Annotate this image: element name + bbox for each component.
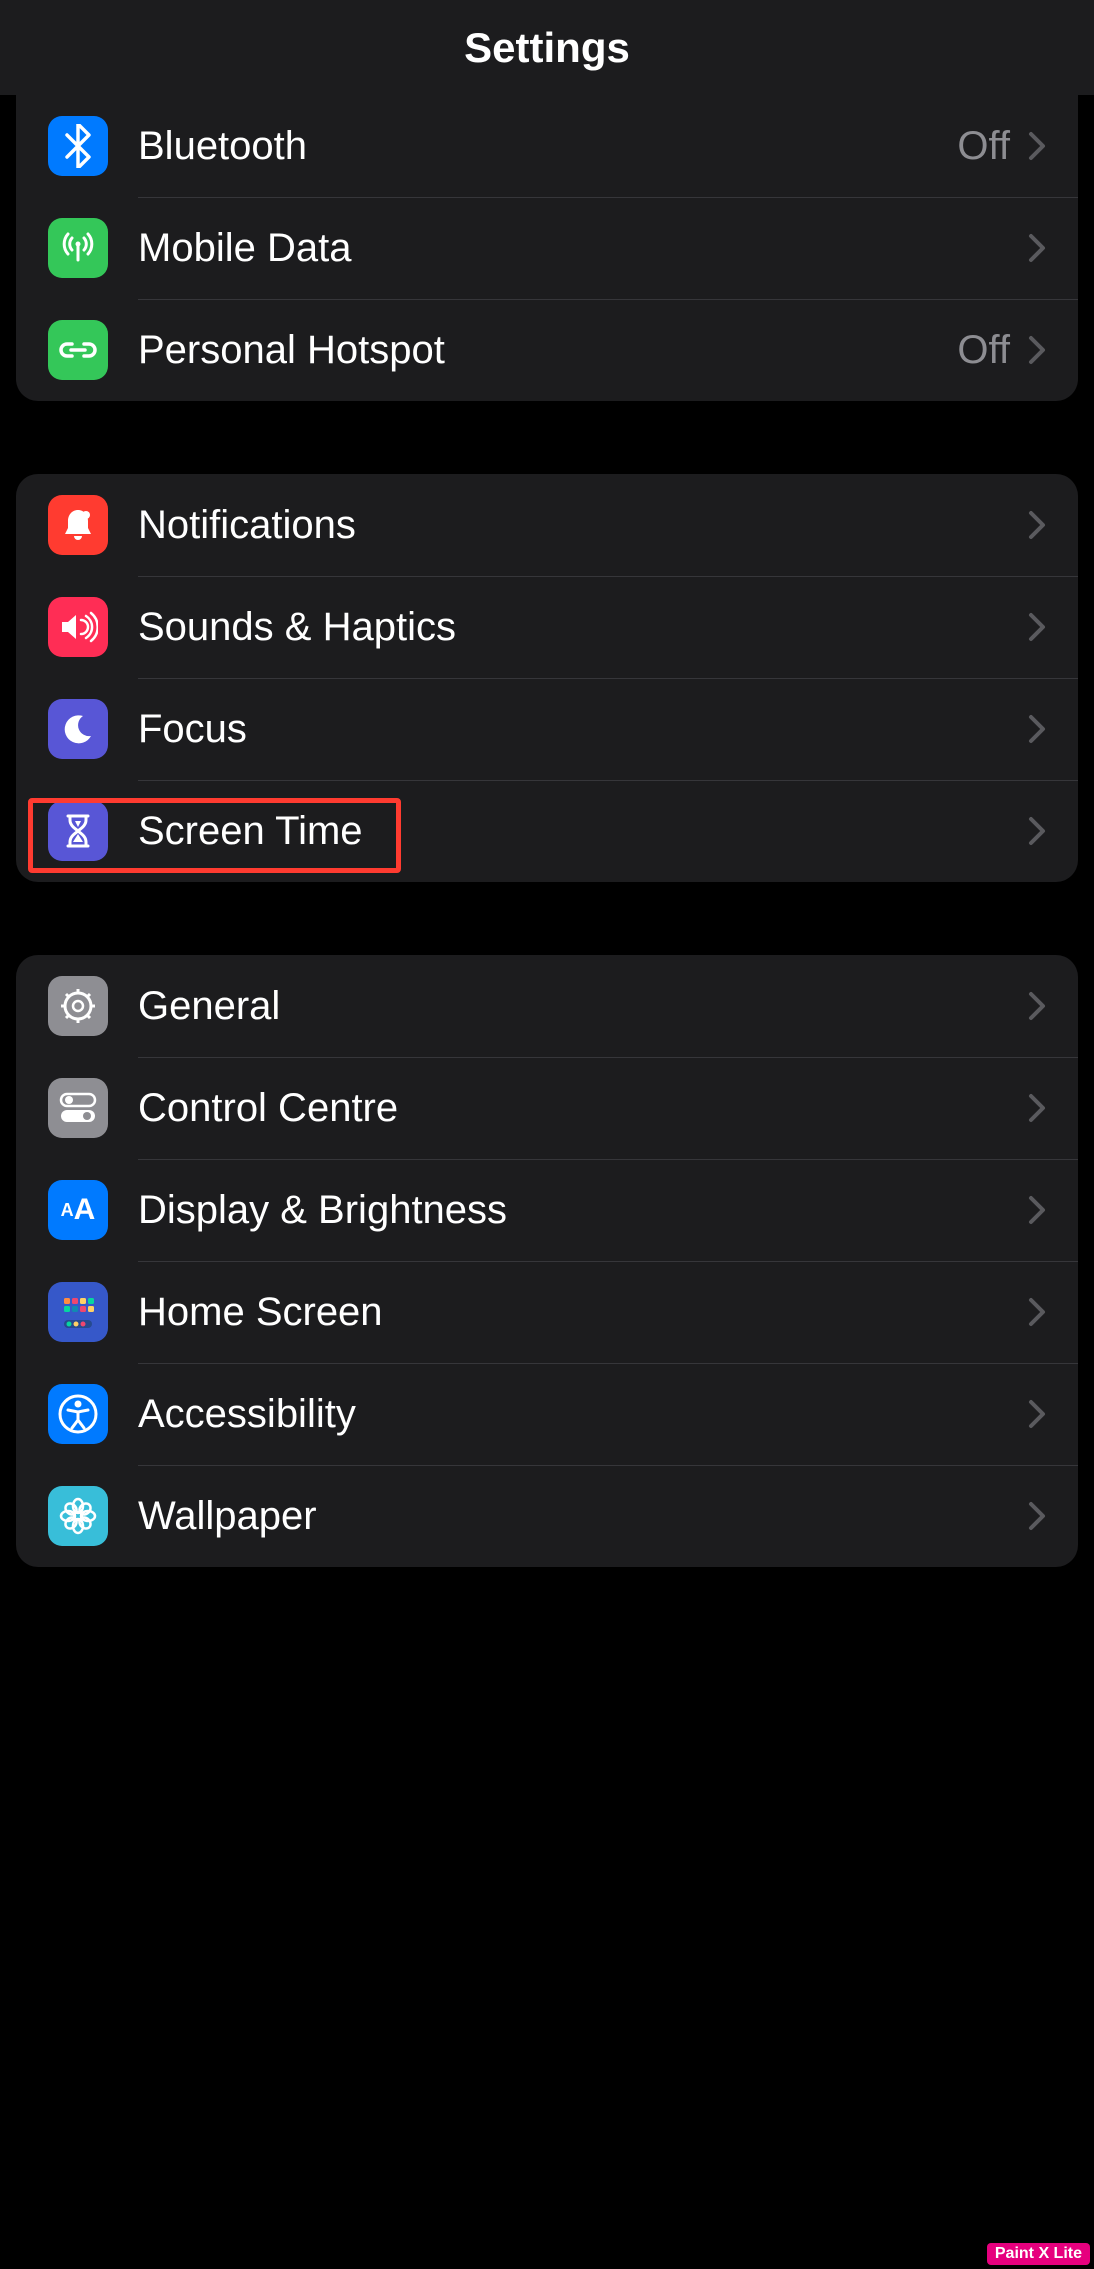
row-label: Control Centre bbox=[138, 1086, 1028, 1131]
row-focus[interactable]: Focus bbox=[16, 678, 1078, 780]
hourglass-icon bbox=[48, 801, 108, 861]
row-label: Notifications bbox=[138, 503, 1028, 548]
toggles-icon bbox=[48, 1078, 108, 1138]
row-label: Home Screen bbox=[138, 1290, 1028, 1335]
home-grid-icon bbox=[48, 1282, 108, 1342]
chevron-right-icon bbox=[1028, 1501, 1046, 1531]
row-label: Focus bbox=[138, 707, 1028, 752]
row-display-brightness[interactable]: AA Display & Brightness bbox=[16, 1159, 1078, 1261]
header: Settings bbox=[0, 0, 1094, 95]
link-icon bbox=[48, 320, 108, 380]
row-control-centre[interactable]: Control Centre bbox=[16, 1057, 1078, 1159]
chevron-right-icon bbox=[1028, 1195, 1046, 1225]
settings-group-notifications: Notifications Sounds & Haptics Focus Scr… bbox=[16, 474, 1078, 882]
row-label: Bluetooth bbox=[138, 124, 957, 169]
flower-icon bbox=[48, 1486, 108, 1546]
chevron-right-icon bbox=[1028, 1399, 1046, 1429]
row-sounds-haptics[interactable]: Sounds & Haptics bbox=[16, 576, 1078, 678]
row-personal-hotspot[interactable]: Personal Hotspot Off bbox=[16, 299, 1078, 401]
chevron-right-icon bbox=[1028, 131, 1046, 161]
row-label: Display & Brightness bbox=[138, 1188, 1028, 1233]
watermark: Paint X Lite bbox=[987, 2243, 1090, 2265]
settings-group-general: General Control Centre AA Display & Brig… bbox=[16, 955, 1078, 1567]
content: Bluetooth Off Mobile Data Personal Hotsp… bbox=[0, 95, 1094, 1567]
row-label: Personal Hotspot bbox=[138, 328, 957, 373]
chevron-right-icon bbox=[1028, 991, 1046, 1021]
row-general[interactable]: General bbox=[16, 955, 1078, 1057]
row-bluetooth[interactable]: Bluetooth Off bbox=[16, 95, 1078, 197]
accessibility-icon bbox=[48, 1384, 108, 1444]
row-label: General bbox=[138, 984, 1028, 1029]
row-notifications[interactable]: Notifications bbox=[16, 474, 1078, 576]
chevron-right-icon bbox=[1028, 1297, 1046, 1327]
row-value: Off bbox=[957, 124, 1010, 169]
chevron-right-icon bbox=[1028, 510, 1046, 540]
row-label: Accessibility bbox=[138, 1392, 1028, 1437]
chevron-right-icon bbox=[1028, 335, 1046, 365]
row-accessibility[interactable]: Accessibility bbox=[16, 1363, 1078, 1465]
row-label: Sounds & Haptics bbox=[138, 605, 1028, 650]
row-value: Off bbox=[957, 328, 1010, 373]
row-wallpaper[interactable]: Wallpaper bbox=[16, 1465, 1078, 1567]
chevron-right-icon bbox=[1028, 714, 1046, 744]
speaker-icon bbox=[48, 597, 108, 657]
bluetooth-icon bbox=[48, 116, 108, 176]
settings-group-connectivity: Bluetooth Off Mobile Data Personal Hotsp… bbox=[16, 95, 1078, 401]
chevron-right-icon bbox=[1028, 612, 1046, 642]
row-screen-time[interactable]: Screen Time bbox=[16, 780, 1078, 882]
chevron-right-icon bbox=[1028, 816, 1046, 846]
row-mobile-data[interactable]: Mobile Data bbox=[16, 197, 1078, 299]
row-label: Mobile Data bbox=[138, 226, 1028, 271]
text-size-icon: AA bbox=[48, 1180, 108, 1240]
gear-icon bbox=[48, 976, 108, 1036]
row-label: Screen Time bbox=[138, 809, 1028, 854]
bell-icon bbox=[48, 495, 108, 555]
row-label: Wallpaper bbox=[138, 1494, 1028, 1539]
row-home-screen[interactable]: Home Screen bbox=[16, 1261, 1078, 1363]
chevron-right-icon bbox=[1028, 233, 1046, 263]
page-title: Settings bbox=[464, 24, 630, 72]
antenna-icon bbox=[48, 218, 108, 278]
chevron-right-icon bbox=[1028, 1093, 1046, 1123]
moon-icon bbox=[48, 699, 108, 759]
